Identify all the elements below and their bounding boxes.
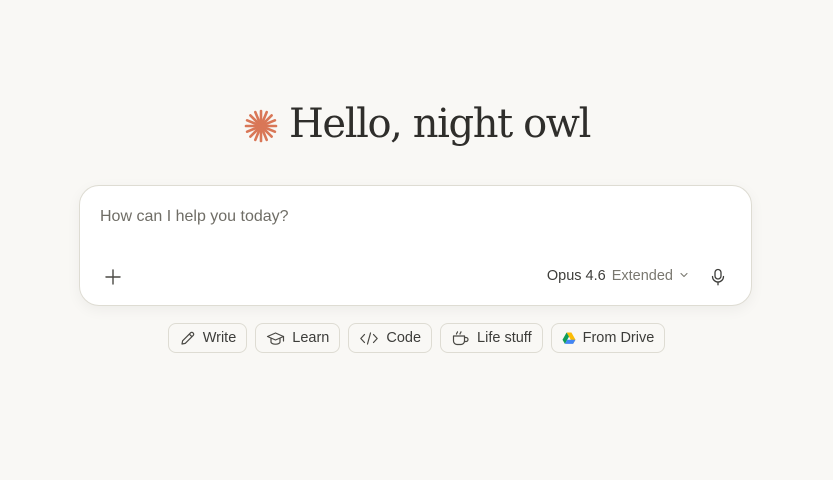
add-attachment-button[interactable] <box>100 266 126 292</box>
model-mode: Extended <box>611 268 673 284</box>
chevron-down-icon <box>679 268 689 284</box>
suggestion-label: From Drive <box>582 330 655 346</box>
suggestion-label: Learn <box>292 330 330 346</box>
graduation-cap-icon <box>266 330 285 347</box>
pencil-icon <box>179 330 196 347</box>
model-selector[interactable]: Opus 4.6 Extended <box>547 268 689 284</box>
prompt-input[interactable] <box>100 208 700 226</box>
suggestion-label: Life stuff <box>477 330 532 346</box>
model-name: Opus 4.6 <box>546 268 606 284</box>
microphone-icon <box>710 268 726 291</box>
suggestion-label: Write <box>202 330 237 346</box>
voice-input-button[interactable] <box>705 266 731 292</box>
suggestion-life-stuff-button[interactable]: Life stuff <box>440 323 543 353</box>
greeting: Hello, night owl <box>0 98 833 150</box>
chat-composer: Opus 4.6 Extended <box>79 185 752 306</box>
coffee-cup-icon <box>451 329 470 347</box>
spark-asterisk-icon <box>243 104 279 144</box>
suggestion-code-button[interactable]: Code <box>348 323 433 353</box>
suggestion-chips: Write Learn Code Life stuff From Drive <box>0 323 833 353</box>
suggestion-label: Code <box>386 330 422 346</box>
suggestion-write-button[interactable]: Write <box>167 323 248 353</box>
greeting-title: Hello, night owl <box>288 101 591 147</box>
plus-icon <box>104 268 122 291</box>
code-icon <box>359 330 379 347</box>
suggestion-from-drive-button[interactable]: From Drive <box>550 323 666 353</box>
google-drive-icon <box>562 332 576 345</box>
suggestion-learn-button[interactable]: Learn <box>255 323 341 353</box>
